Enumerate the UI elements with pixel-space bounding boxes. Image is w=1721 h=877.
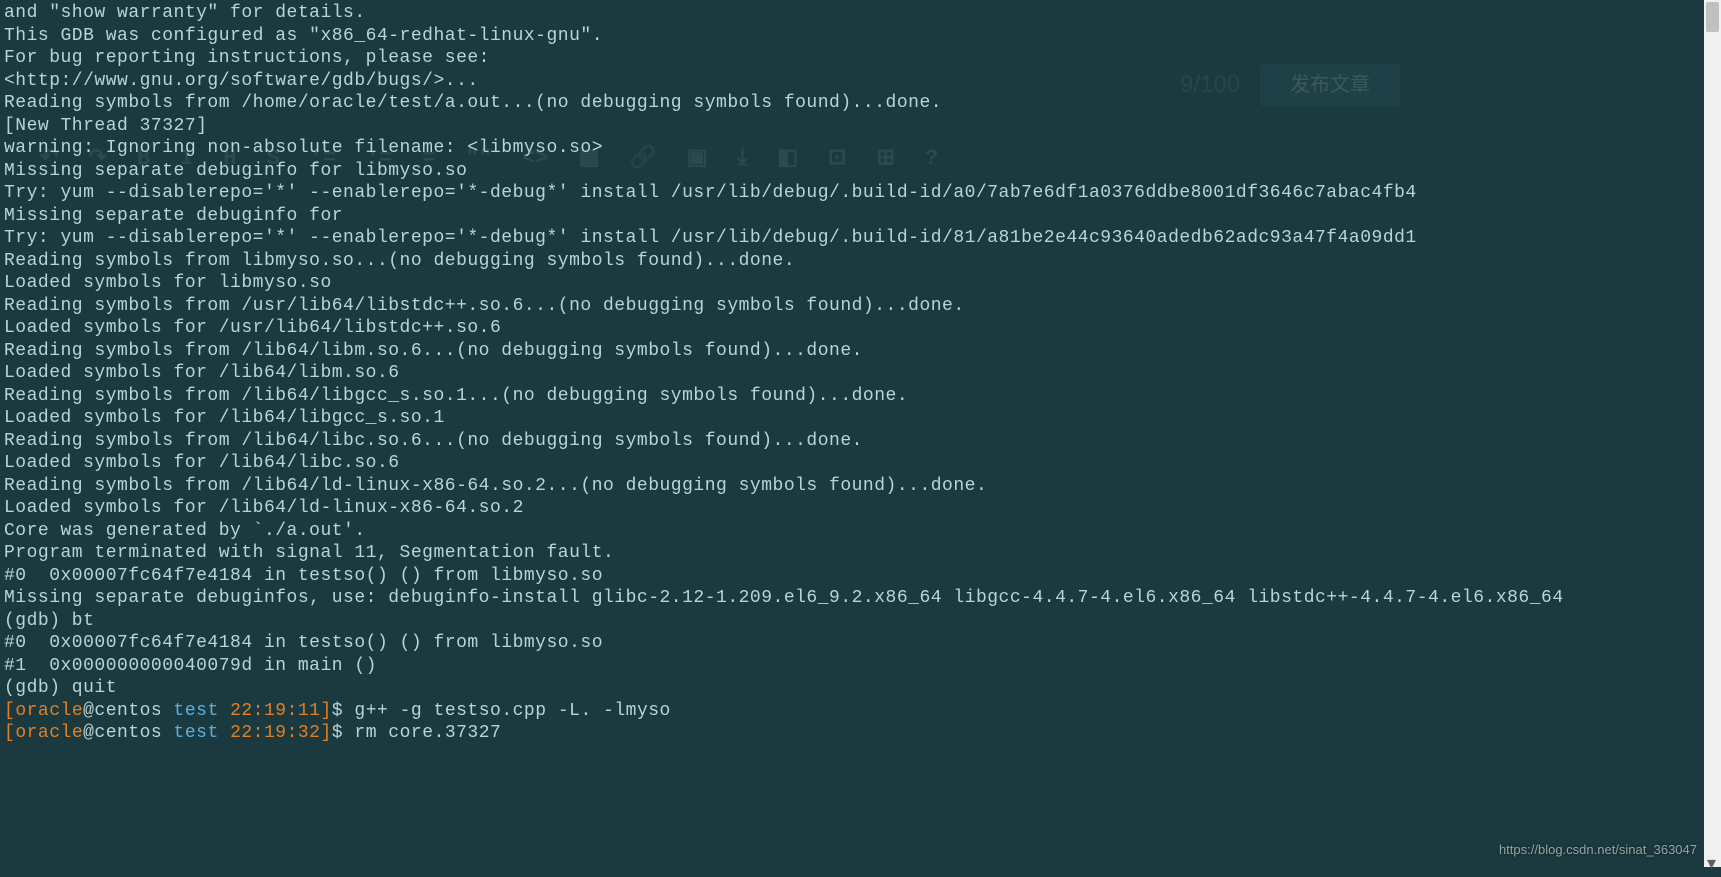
terminal-line: warning: Ignoring non-absolute filename:… bbox=[4, 137, 1526, 160]
terminal-line: Missing separate debuginfo for bbox=[4, 205, 1526, 228]
terminal-line: Reading symbols from /lib64/ld-linux-x86… bbox=[4, 475, 1526, 498]
prompt-path: test bbox=[174, 701, 231, 721]
vertical-scrollbar[interactable]: ▾ bbox=[1704, 0, 1721, 867]
terminal-line: Loaded symbols for /lib64/libc.so.6 bbox=[4, 452, 1526, 475]
terminal-line: Reading symbols from /lib64/libgcc_s.so.… bbox=[4, 385, 1526, 408]
terminal-line: Reading symbols from /home/oracle/test/a… bbox=[4, 92, 1526, 115]
terminal-line: (gdb) quit bbox=[4, 677, 1526, 700]
terminal-output[interactable]: and "show warranty" for details.This GDB… bbox=[0, 0, 1530, 867]
terminal-line: and "show warranty" for details. bbox=[4, 2, 1526, 25]
prompt-user: oracle bbox=[15, 701, 83, 721]
scrollbar-thumb[interactable] bbox=[1706, 2, 1719, 32]
terminal-line: Program terminated with signal 11, Segme… bbox=[4, 542, 1526, 565]
terminal-line: Reading symbols from libmyso.so...(no de… bbox=[4, 250, 1526, 273]
shell-prompt-line: [oracle@centos test 22:19:32]$ rm core.3… bbox=[4, 722, 1526, 745]
terminal-line: [New Thread 37327] bbox=[4, 115, 1526, 138]
terminal-line: #0 0x00007fc64f7e4184 in testso() () fro… bbox=[4, 565, 1526, 588]
terminal-line: #0 0x00007fc64f7e4184 in testso() () fro… bbox=[4, 632, 1526, 655]
terminal-line: Loaded symbols for /lib64/libm.so.6 bbox=[4, 362, 1526, 385]
terminal-line: <http://www.gnu.org/software/gdb/bugs/>.… bbox=[4, 70, 1526, 93]
prompt-time: 22:19:11 bbox=[230, 701, 320, 721]
watermark-text: https://blog.csdn.net/sinat_363047 bbox=[1499, 839, 1697, 862]
terminal-line: Reading symbols from /usr/lib64/libstdc+… bbox=[4, 295, 1526, 318]
shell-prompt-line: [oracle@centos test 22:19:11]$ g++ -g te… bbox=[4, 700, 1526, 723]
scroll-down-icon[interactable]: ▾ bbox=[1707, 854, 1718, 865]
shell-command: rm core.37327 bbox=[354, 723, 501, 743]
prompt-path: test bbox=[174, 723, 231, 743]
terminal-line: Try: yum --disablerepo='*' --enablerepo=… bbox=[4, 182, 1526, 205]
prompt-time: 22:19:32 bbox=[230, 723, 320, 743]
terminal-line: Core was generated by `./a.out'. bbox=[4, 520, 1526, 543]
terminal-line: This GDB was configured as "x86_64-redha… bbox=[4, 25, 1526, 48]
terminal-line: Loaded symbols for /lib64/libgcc_s.so.1 bbox=[4, 407, 1526, 430]
terminal-line: Reading symbols from /lib64/libc.so.6...… bbox=[4, 430, 1526, 453]
prompt-user: oracle bbox=[15, 723, 83, 743]
terminal-line: Try: yum --disablerepo='*' --enablerepo=… bbox=[4, 227, 1526, 250]
terminal-line: Missing separate debuginfos, use: debugi… bbox=[4, 587, 1526, 610]
shell-command: g++ -g testso.cpp -L. -lmyso bbox=[354, 701, 670, 721]
terminal-line: For bug reporting instructions, please s… bbox=[4, 47, 1526, 70]
terminal-line: #1 0x000000000040079d in main () bbox=[4, 655, 1526, 678]
terminal-line: Loaded symbols for /usr/lib64/libstdc++.… bbox=[4, 317, 1526, 340]
terminal-line: Loaded symbols for libmyso.so bbox=[4, 272, 1526, 295]
terminal-line: Missing separate debuginfo for libmyso.s… bbox=[4, 160, 1526, 183]
terminal-line: Reading symbols from /lib64/libm.so.6...… bbox=[4, 340, 1526, 363]
terminal-line: (gdb) bt bbox=[4, 610, 1526, 633]
terminal-line: Loaded symbols for /lib64/ld-linux-x86-6… bbox=[4, 497, 1526, 520]
